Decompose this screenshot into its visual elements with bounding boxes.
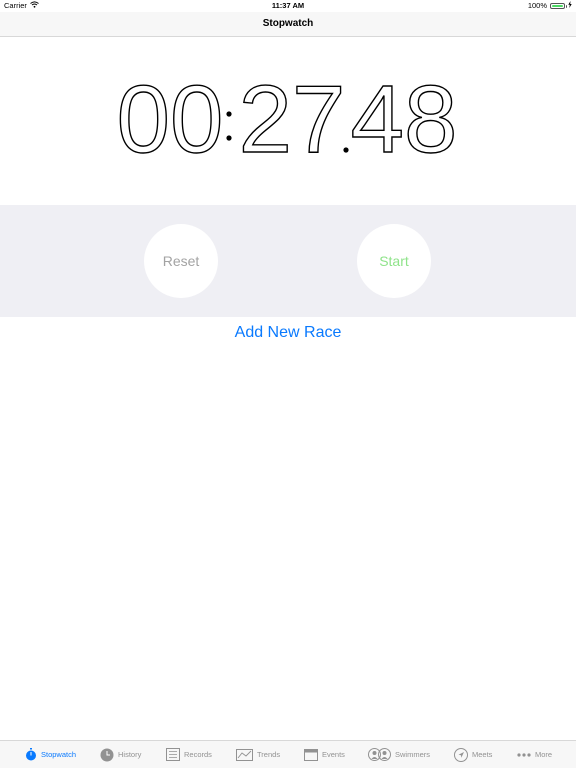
tab-label: Trends	[257, 750, 281, 759]
stopwatch-icon	[25, 748, 37, 761]
tab-label: Swimmers	[395, 750, 430, 759]
more-icon	[517, 752, 531, 757]
timer-hundredths: 48	[351, 70, 458, 170]
add-new-race-button[interactable]: Add New Race	[0, 324, 576, 342]
tab-more[interactable]: More	[517, 741, 552, 768]
reset-button[interactable]: Reset	[144, 224, 218, 298]
people-icon	[368, 748, 391, 761]
timer-minutes: 00	[117, 70, 224, 170]
tab-label: Records	[184, 750, 212, 759]
battery-percent: 100%	[527, 1, 547, 10]
tab-bar: Stopwatch History Records Trends Events …	[0, 740, 576, 768]
status-time: 11:37 AM	[271, 1, 305, 10]
clock-icon	[100, 748, 114, 762]
navigation-bar: Stopwatch	[0, 12, 576, 37]
tab-stopwatch[interactable]: Stopwatch	[25, 741, 76, 768]
page-title: Stopwatch	[262, 18, 314, 29]
charging-icon	[568, 0, 572, 12]
battery-icon	[550, 3, 567, 9]
timer-decimal-point	[343, 147, 349, 153]
tab-label: Meets	[472, 750, 493, 759]
tab-meets[interactable]: Meets	[454, 741, 492, 768]
tab-history[interactable]: History	[100, 741, 141, 768]
timer-display: 00 27 48	[0, 70, 576, 170]
start-button[interactable]: Start	[357, 224, 431, 298]
calendar-icon	[304, 748, 318, 761]
location-arrow-icon	[454, 747, 468, 762]
timer-seconds: 27	[239, 70, 346, 170]
tab-label: Stopwatch	[41, 750, 77, 759]
chart-icon	[236, 748, 253, 761]
tab-trends[interactable]: Trends	[236, 741, 280, 768]
tab-label: History	[118, 750, 142, 759]
tab-events[interactable]: Events	[304, 741, 345, 768]
timer-colon-bottom	[226, 135, 232, 141]
tab-swimmers[interactable]: Swimmers	[368, 741, 430, 768]
tab-label: Events	[322, 750, 345, 759]
list-icon	[166, 748, 180, 761]
timer-colon-top	[226, 111, 232, 117]
status-right: 100%	[528, 0, 572, 12]
tab-label: More	[535, 750, 553, 759]
status-bar: Carrier 11:37 AM 100%	[0, 0, 576, 12]
tab-records[interactable]: Records	[166, 741, 212, 768]
controls-panel: Reset Start	[0, 205, 576, 317]
